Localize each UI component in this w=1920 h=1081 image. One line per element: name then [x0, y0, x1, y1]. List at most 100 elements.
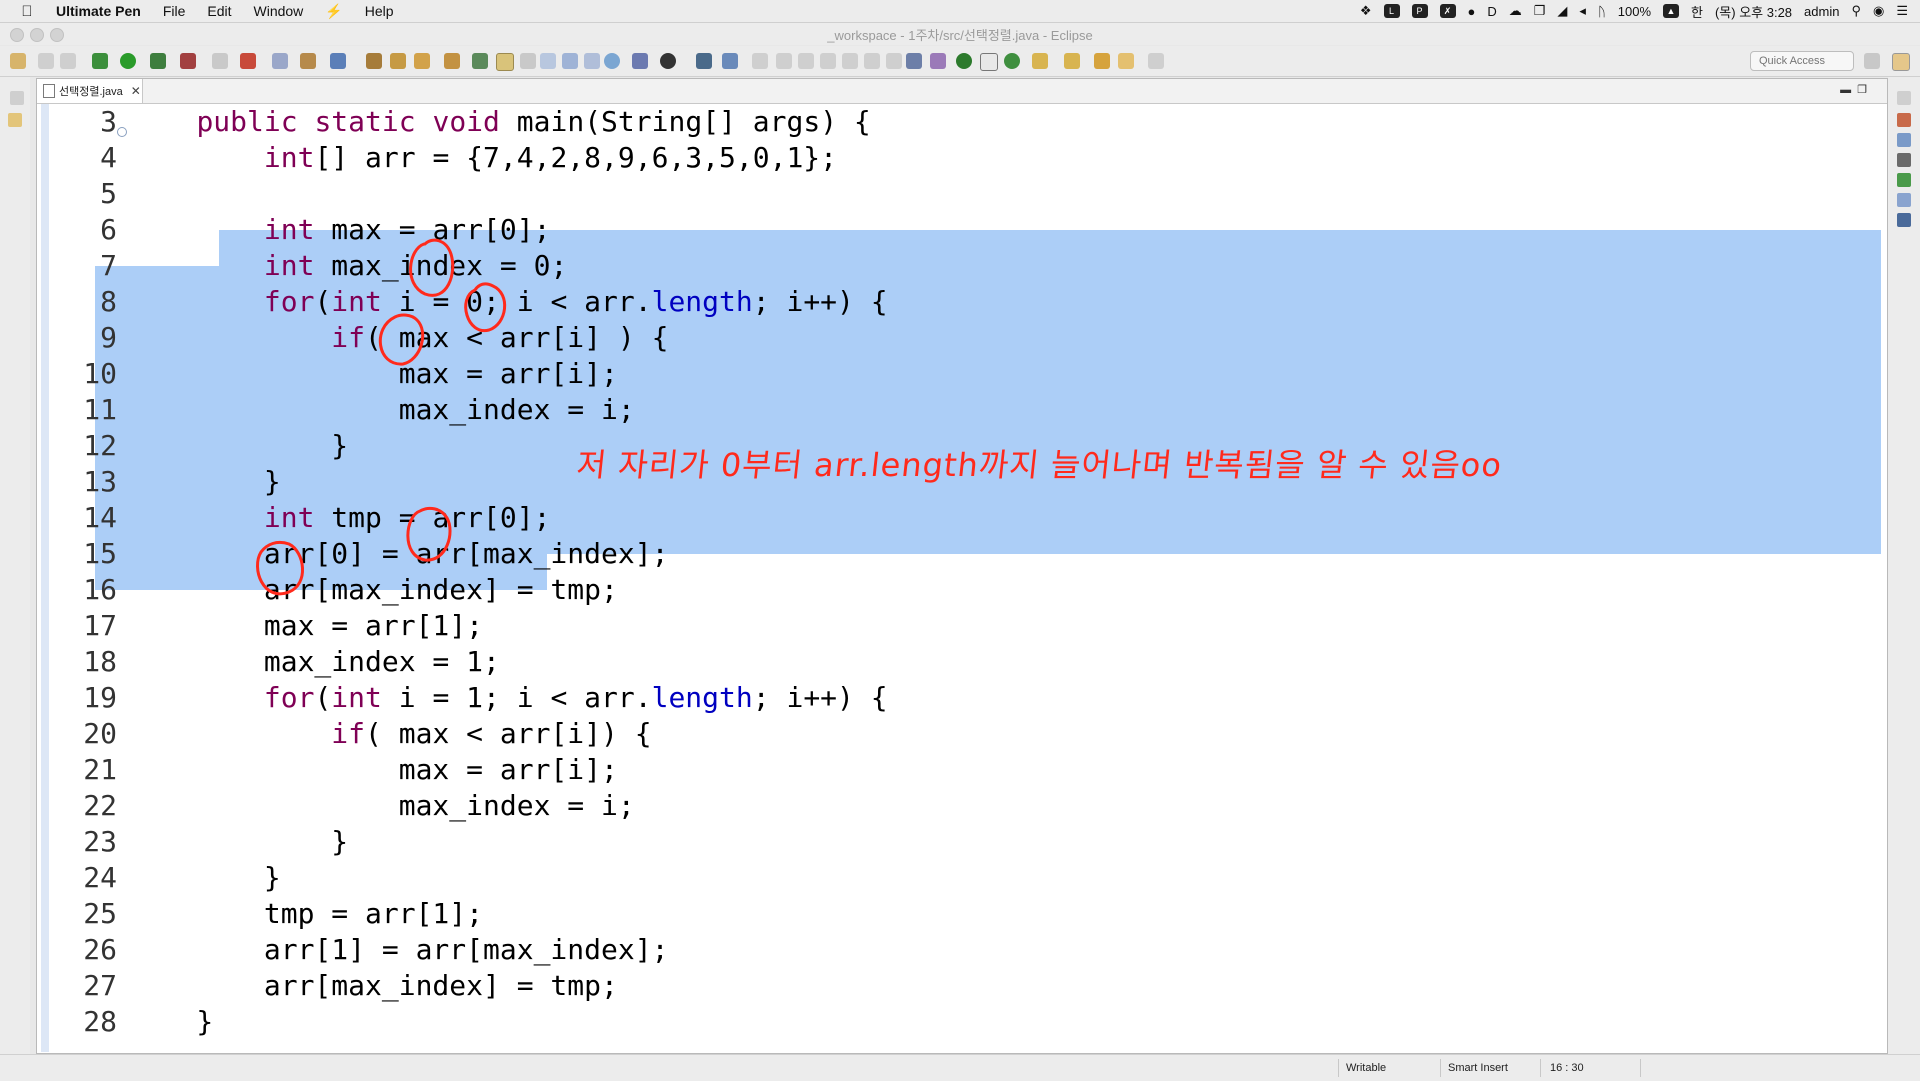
restore-icon[interactable]: [10, 91, 24, 105]
insert-mode-status[interactable]: Smart Insert: [1448, 1062, 1508, 1074]
menu-file[interactable]: File: [163, 3, 186, 19]
d-icon[interactable]: D: [1487, 4, 1496, 19]
battery-icon[interactable]: ▲: [1663, 4, 1679, 18]
refresh-icon[interactable]: [1004, 53, 1020, 69]
restore-right-icon[interactable]: [1897, 91, 1911, 105]
skip-breakpoints-icon[interactable]: [240, 53, 256, 69]
editor-tab[interactable]: 선택정렬.java ✕: [37, 79, 143, 103]
notification-icon[interactable]: ☰: [1896, 3, 1908, 19]
code-line[interactable]: 28 }: [37, 1004, 1887, 1040]
package-explorer-icon[interactable]: [8, 113, 22, 127]
window-icon[interactable]: ❐: [1534, 3, 1546, 19]
code-line[interactable]: 25 tmp = arr[1];: [37, 896, 1887, 932]
volume-icon[interactable]: ◂: [1579, 3, 1586, 19]
resume-icon[interactable]: [752, 53, 768, 69]
document-icon[interactable]: [980, 53, 998, 71]
new-java-project-icon[interactable]: [272, 53, 288, 69]
menu-window[interactable]: Window: [254, 3, 304, 19]
minimize-maximize-icons[interactable]: ▬❐: [1840, 83, 1873, 96]
code-line[interactable]: 7 int max_index = 0;: [37, 248, 1887, 284]
pen-tool-icon[interactable]: [496, 53, 514, 71]
profile-icon[interactable]: [660, 53, 676, 69]
new-package-icon[interactable]: [300, 53, 316, 69]
console-icon[interactable]: [696, 53, 712, 69]
user-name[interactable]: admin: [1804, 4, 1839, 19]
input-method[interactable]: 한: [1691, 2, 1703, 21]
code-line[interactable]: 10 max = arr[i];: [37, 356, 1887, 392]
app-menu[interactable]: Ultimate Pen: [56, 3, 141, 19]
code-line[interactable]: 15 arr[0] = arr[max_index];: [37, 536, 1887, 572]
code-line[interactable]: 21 max = arr[i];: [37, 752, 1887, 788]
globe-icon[interactable]: [604, 53, 620, 69]
close-icon[interactable]: ✕: [131, 84, 141, 98]
search-toolbar-icon[interactable]: [414, 53, 430, 69]
previous-annotation-icon[interactable]: [1064, 53, 1080, 69]
bluetooth-icon[interactable]: ᚢ: [1598, 4, 1606, 19]
disconnect-icon[interactable]: [820, 53, 836, 69]
code-line[interactable]: 26 arr[1] = arr[max_index];: [37, 932, 1887, 968]
code-line[interactable]: 18 max_index = 1;: [37, 644, 1887, 680]
code-line[interactable]: 11 max_index = i;: [37, 392, 1887, 428]
java-perspective-icon[interactable]: [1892, 53, 1910, 71]
console-view-icon[interactable]: [1897, 213, 1911, 227]
search-icon[interactable]: ⚲: [1851, 3, 1861, 19]
run-icon[interactable]: [120, 53, 136, 69]
minimize-window-button[interactable]: [30, 28, 44, 42]
forward-icon[interactable]: [1148, 53, 1164, 69]
dropbox-icon[interactable]: ❖: [1360, 3, 1372, 19]
toggle-mark-icon[interactable]: [540, 53, 556, 69]
code-line[interactable]: 22 max_index = i;: [37, 788, 1887, 824]
code-line[interactable]: 16 arr[max_index] = tmp;: [37, 572, 1887, 608]
step-return-icon[interactable]: [886, 53, 902, 69]
siri-icon[interactable]: ◉: [1873, 3, 1884, 19]
save-all-icon[interactable]: [60, 53, 76, 69]
code-line[interactable]: 27 arr[max_index] = tmp;: [37, 968, 1887, 1004]
battery-percent[interactable]: 100%: [1618, 4, 1651, 19]
open-type-icon[interactable]: [366, 53, 382, 69]
lightning-icon[interactable]: ⚡: [325, 3, 342, 20]
code-line[interactable]: 20 if( max < arr[i]) {: [37, 716, 1887, 752]
code-line[interactable]: 23 }: [37, 824, 1887, 860]
menu-edit[interactable]: Edit: [207, 3, 231, 19]
stop-icon[interactable]: [212, 53, 228, 69]
code-line[interactable]: 3 public static void main(String[] args)…: [37, 104, 1887, 140]
code-line[interactable]: 8 for(int i = 0; i < arr.length; i++) {: [37, 284, 1887, 320]
coverage-icon[interactable]: [150, 53, 166, 69]
debug-icon[interactable]: [92, 53, 108, 69]
code-line[interactable]: 19 for(int i = 1; i < arr.length; i++) {: [37, 680, 1887, 716]
next-annotation-icon[interactable]: [1032, 53, 1048, 69]
hierarchy-icon[interactable]: [1897, 153, 1911, 167]
code-line[interactable]: 6 int max = arr[0];: [37, 212, 1887, 248]
open-folder-icon[interactable]: [444, 53, 460, 69]
menu-help[interactable]: Help: [365, 3, 394, 19]
problems-icon[interactable]: [1897, 173, 1911, 187]
wifi-icon[interactable]: ◢: [1557, 3, 1567, 19]
last-edit-icon[interactable]: [1094, 53, 1110, 69]
code-line[interactable]: 24 }: [37, 860, 1887, 896]
step-into-icon[interactable]: [842, 53, 858, 69]
code-line[interactable]: 9 if( max < arr[i] ) {: [37, 320, 1887, 356]
new-class-icon[interactable]: [330, 53, 346, 69]
code-line[interactable]: 14 int tmp = arr[0];: [37, 500, 1887, 536]
chat-icon[interactable]: ●: [1468, 4, 1476, 19]
pin-icon[interactable]: [722, 53, 738, 69]
outline-icon[interactable]: [1897, 133, 1911, 147]
task-list-icon[interactable]: [1897, 113, 1911, 127]
annotation-icon[interactable]: [472, 53, 488, 69]
code-editor[interactable]: 3 public static void main(String[] args)…: [37, 104, 1887, 1052]
new-icon[interactable]: [10, 53, 26, 69]
zoom-window-button[interactable]: [50, 28, 64, 42]
step-over-icon[interactable]: [864, 53, 880, 69]
external-tools-icon[interactable]: [180, 53, 196, 69]
mark-icon[interactable]: [520, 53, 536, 69]
suspend-icon[interactable]: [776, 53, 792, 69]
block-selection-icon[interactable]: [562, 53, 578, 69]
connect-icon[interactable]: [632, 53, 648, 69]
show-whitespace-icon[interactable]: [584, 53, 600, 69]
terminate-icon[interactable]: [798, 53, 814, 69]
quick-access-input[interactable]: [1750, 51, 1854, 71]
go-icon[interactable]: [956, 53, 972, 69]
magic-icon[interactable]: [930, 53, 946, 69]
code-line[interactable]: 4 int[] arr = {7,4,2,8,9,6,3,5,0,1};: [37, 140, 1887, 176]
javadoc-icon[interactable]: [1897, 193, 1911, 207]
